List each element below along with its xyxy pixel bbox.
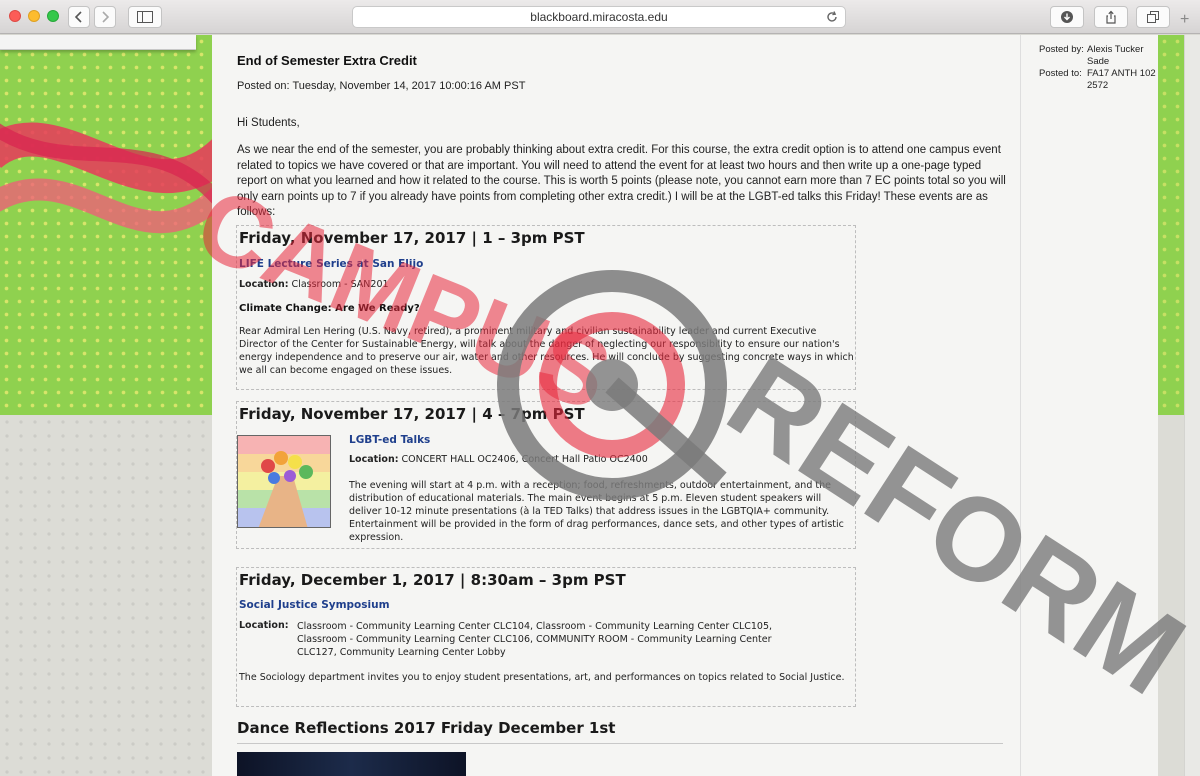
location-label: Location: [239, 279, 289, 290]
scrollbar-track[interactable] [1184, 35, 1200, 776]
event-link[interactable]: Social Justice Symposium [239, 599, 390, 611]
downloads-button[interactable] [1050, 6, 1084, 28]
posted-on-date: Posted on: Tuesday, November 14, 2017 10… [237, 80, 526, 92]
address-bar-url: blackboard.miracosta.edu [530, 10, 668, 24]
close-window-button[interactable] [9, 10, 21, 22]
posted-by-name: Alexis Tucker Sade [1087, 44, 1144, 67]
location-line: Classroom - Community Learning Center CL… [297, 634, 772, 645]
announcement-meta: Posted by: Alexis Tucker Sade Posted to:… [1020, 35, 1158, 776]
sidebar-toggle-button[interactable] [128, 6, 162, 28]
share-button[interactable] [1094, 6, 1128, 28]
address-bar[interactable]: blackboard.miracosta.edu [352, 6, 846, 28]
location-value: Classroom - SAN201 [291, 279, 389, 290]
tabs-icon [1147, 11, 1159, 23]
posted-to-label: Posted to: [1039, 68, 1082, 79]
page-background-banner-right [1158, 35, 1184, 415]
posted-to-course: FA17 ANTH 102 2572 [1087, 68, 1156, 91]
event-location: Location: Classroom - SAN201 [239, 279, 389, 290]
chevron-right-icon [102, 11, 110, 23]
event-description: Rear Admiral Len Hering (U.S. Navy, reti… [239, 326, 854, 376]
event-subtitle: Climate Change: Are We Ready? [239, 303, 420, 314]
browser-toolbar: blackboard.miracosta.edu + [0, 0, 1200, 34]
event-link[interactable]: LIFE Lecture Series at San Elijo [239, 258, 423, 270]
back-button[interactable] [68, 6, 90, 28]
decorative-swirl-graphic [0, 122, 212, 234]
dance-event-image [237, 752, 466, 776]
location-value: Classroom - Community Learning Center CL… [297, 620, 857, 659]
event-block: Friday, November 17, 2017 | 1 – 3pm PST … [236, 225, 856, 390]
rainbow-hands-image [238, 436, 330, 527]
event-heading: Friday, December 1, 2017 | 8:30am – 3pm … [239, 571, 626, 589]
fullscreen-window-button[interactable] [47, 10, 59, 22]
next-announcement-heading: Dance Reflections 2017 Friday December 1… [237, 719, 616, 737]
event-heading: Friday, November 17, 2017 | 1 – 3pm PST [239, 229, 585, 247]
posted-by-label: Posted by: [1039, 44, 1084, 55]
page-background-pattern [0, 415, 212, 776]
event-location: Location: CONCERT HALL OC2406, Concert H… [349, 454, 648, 465]
chevron-left-icon [74, 11, 82, 23]
intro-paragraph: As we near the end of the semester, you … [237, 144, 1006, 218]
location-label: Location: [349, 454, 399, 465]
announcement-panel: End of Semester Extra Credit Posted on: … [212, 35, 1020, 776]
posted-to-row: Posted to: FA17 ANTH 102 2572 [1039, 68, 1158, 92]
location-line: CLC127, Community Learning Center Lobby [297, 647, 506, 658]
posted-by-row: Posted by: Alexis Tucker Sade [1039, 44, 1158, 68]
download-icon [1061, 11, 1073, 23]
new-tab-button[interactable]: + [1180, 12, 1189, 28]
tabs-overview-button[interactable] [1136, 6, 1170, 28]
event-heading: Friday, November 17, 2017 | 4 – 7pm PST [239, 405, 585, 423]
share-icon [1106, 10, 1116, 24]
collapsed-menu-panel [0, 35, 196, 50]
forward-button[interactable] [94, 6, 116, 28]
announcement-title: End of Semester Extra Credit [237, 53, 417, 68]
event-description: The Sociology department invites you to … [239, 672, 845, 683]
divider [237, 743, 1003, 744]
reload-icon[interactable] [825, 10, 839, 24]
page-background-banner [0, 35, 212, 415]
location-line: Classroom - Community Learning Center CL… [297, 621, 773, 632]
sidebar-icon [137, 11, 153, 23]
event-description: The evening will start at 4 p.m. with a … [349, 480, 844, 543]
greeting-text: Hi Students, [237, 117, 300, 129]
minimize-window-button[interactable] [28, 10, 40, 22]
event-link[interactable]: LGBT-ed Talks [349, 434, 430, 446]
location-label: Location: [239, 620, 289, 631]
lgbt-event-thumbnail [237, 435, 331, 528]
location-value: CONCERT HALL OC2406, Concert Hall Patio … [401, 454, 648, 465]
